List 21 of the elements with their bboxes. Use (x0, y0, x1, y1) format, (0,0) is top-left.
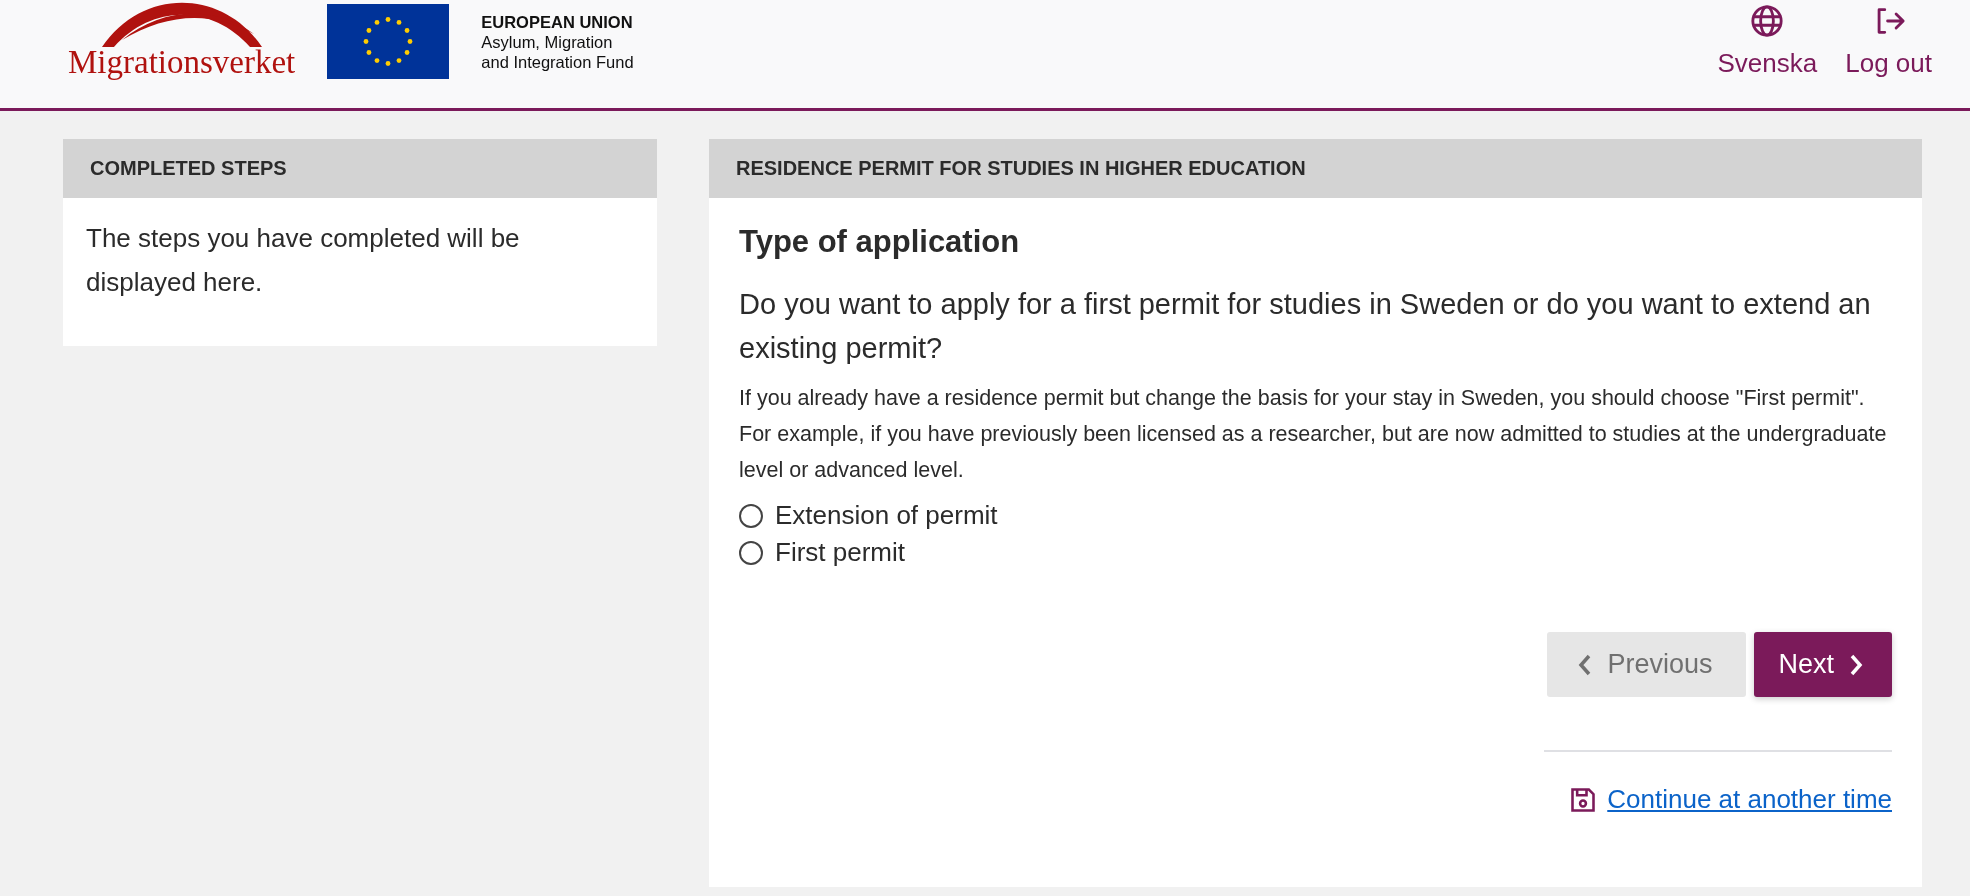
chevron-right-icon (1848, 652, 1864, 677)
radio-button[interactable] (739, 503, 763, 528)
section-heading: Type of application (739, 224, 1021, 260)
eu-flag-icon (327, 4, 450, 79)
panel-header: COMPLETED STEPS (63, 139, 657, 198)
radio-option[interactable]: First permit (739, 537, 1892, 568)
radio-button[interactable] (739, 540, 763, 565)
continue-later-link[interactable]: Continue at another time (1607, 784, 1892, 815)
eu-title: EUROPEAN UNION (481, 12, 634, 32)
globe-icon (1750, 4, 1785, 38)
logout-button[interactable]: Log out (1845, 4, 1932, 79)
question-text: Do you want to apply for a first permit for studies in Sweden or do you want to extend an existing permit? (739, 287, 1872, 366)
sidebar-text: The steps you have completed will be displayed here. (85, 222, 521, 299)
panel-header: RESIDENCE PERMIT FOR STUDIES IN HIGHER EDUCATION (709, 139, 1922, 198)
fund-name: Asylum, Migration (481, 32, 614, 52)
radio-option[interactable]: Extension of permit (739, 500, 1892, 531)
help-text: If you already have a residence permit but change the basis for your stay in Sweden, you should choose "First permit". For example, if you have previously been licensed as a researcher, but are now admitted to studies at the undergraduate level or advanced level. (739, 385, 1888, 484)
fund-name: and Integration Fund (481, 52, 634, 72)
logo-wordmark[interactable]: Migrationsverket (68, 44, 296, 81)
next-button[interactable]: Next (1754, 632, 1892, 697)
language-button[interactable]: Svenska (1717, 4, 1818, 79)
